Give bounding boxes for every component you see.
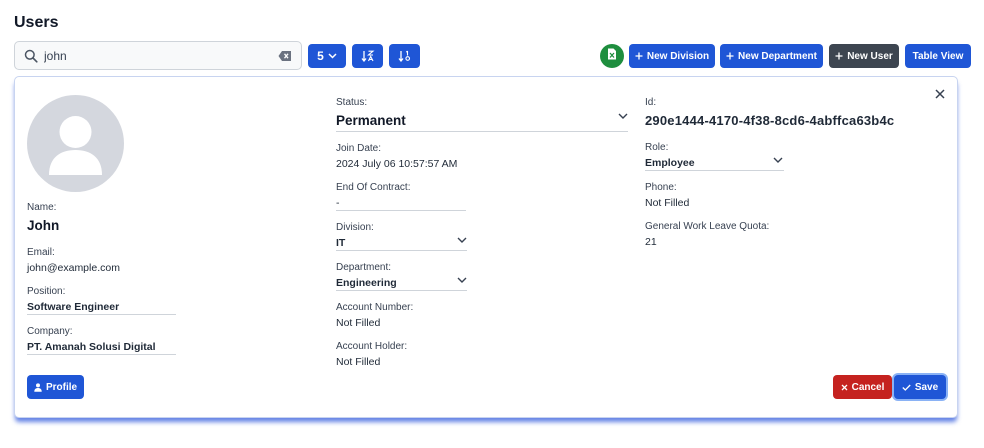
new-user-label: New User	[847, 50, 893, 62]
email-label: Email:	[27, 247, 55, 258]
plus-icon	[835, 52, 843, 60]
phone-label: Phone:	[645, 182, 677, 193]
search-input[interactable]	[44, 48, 264, 63]
position-underline	[27, 314, 176, 315]
role-label: Role:	[645, 142, 669, 153]
save-label: Save	[914, 381, 939, 393]
chevron-down-icon[interactable]	[618, 113, 628, 120]
user-id: 290e1444-4170-4f38-8cd6-4abffca63b4c	[645, 113, 895, 128]
profile-button[interactable]: Profile	[27, 375, 84, 399]
avatar	[27, 95, 124, 192]
account-number-label: Account Number:	[336, 302, 414, 313]
plus-icon	[726, 52, 734, 60]
page-size-value: 5	[317, 49, 324, 63]
division-label: Division:	[336, 222, 374, 233]
page-size-dropdown[interactable]: 5	[308, 44, 346, 68]
check-icon	[902, 384, 911, 391]
division-underline	[336, 250, 467, 251]
name-label: Name:	[27, 202, 57, 213]
page-title: Users	[14, 14, 59, 31]
join-date-label: Join Date:	[336, 143, 382, 154]
join-date-value: 2024 July 06 10:57:57 AM	[336, 158, 458, 170]
sort-ascending-button[interactable]	[352, 44, 383, 68]
end-contract-field[interactable]: -	[336, 197, 340, 209]
department-select[interactable]: Engineering	[336, 277, 397, 289]
profile-label: Profile	[45, 381, 78, 393]
sort-descending-button[interactable]	[389, 44, 420, 68]
department-label: Department:	[336, 262, 392, 273]
sort-descending-icon	[397, 50, 412, 62]
id-label: Id:	[645, 97, 657, 108]
account-holder-value: Not Filled	[336, 356, 381, 368]
search-box[interactable]	[14, 41, 302, 70]
user-name: John	[27, 218, 60, 233]
table-view-button[interactable]: Table View	[905, 44, 971, 68]
leave-quota-label: General Work Leave Quota:	[645, 221, 770, 232]
account-holder-label: Account Holder:	[336, 341, 408, 352]
new-division-button[interactable]: New Division	[629, 44, 715, 68]
user-detail-card: Name: John Email: john@example.com Posit…	[14, 76, 958, 418]
leave-quota-value: 21	[645, 236, 657, 248]
close-icon	[841, 384, 848, 391]
excel-file-icon	[607, 47, 617, 65]
chevron-down-icon	[328, 53, 337, 59]
cancel-button[interactable]: Cancel	[833, 375, 892, 399]
department-underline	[336, 290, 467, 291]
phone-value: Not Filled	[645, 197, 690, 209]
search-icon	[24, 49, 38, 63]
chevron-down-icon[interactable]	[457, 277, 467, 284]
user-icon	[34, 382, 42, 392]
company-field[interactable]: PT. Amanah Solusi Digital	[27, 341, 156, 353]
role-select[interactable]: Employee	[645, 157, 695, 169]
end-contract-underline	[336, 210, 466, 211]
role-underline	[645, 170, 784, 171]
company-underline	[27, 354, 176, 355]
export-excel-button[interactable]	[600, 44, 624, 68]
chevron-down-icon[interactable]	[773, 157, 783, 164]
chevron-down-icon[interactable]	[457, 237, 467, 244]
plus-icon	[635, 52, 643, 60]
company-label: Company:	[27, 326, 73, 337]
status-label: Status:	[336, 97, 368, 108]
account-number-value: Not Filled	[336, 317, 381, 329]
cancel-label: Cancel	[851, 381, 885, 393]
sort-ascending-icon	[360, 50, 375, 62]
new-department-label: New Department	[738, 50, 817, 62]
division-select[interactable]: IT	[336, 237, 345, 249]
new-department-button[interactable]: New Department	[720, 44, 823, 68]
status-underline	[336, 131, 628, 132]
save-button[interactable]: Save	[894, 375, 946, 399]
user-email: john@example.com	[27, 262, 120, 274]
close-icon[interactable]	[933, 87, 947, 101]
position-field[interactable]: Software Engineer	[27, 301, 119, 313]
new-user-button[interactable]: New User	[829, 44, 899, 68]
clear-search-icon[interactable]	[278, 50, 292, 62]
status-select[interactable]: Permanent	[336, 113, 406, 128]
end-contract-label: End Of Contract:	[336, 182, 411, 193]
new-division-label: New Division	[646, 50, 710, 62]
position-label: Position:	[27, 286, 66, 297]
